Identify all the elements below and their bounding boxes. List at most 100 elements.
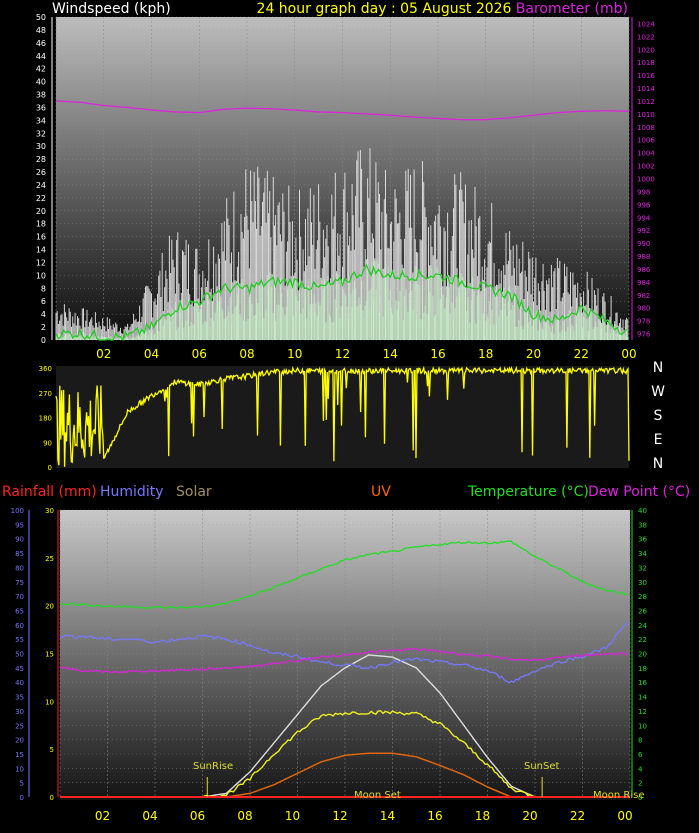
humidity-y-tick-label: 65 <box>15 607 24 615</box>
wind-y-tick-label: 38 <box>36 91 46 100</box>
humidity-y-tick-label: 60 <box>15 622 24 630</box>
temperature-y-tick-label: 38 <box>638 521 647 529</box>
wind-y-tick-label: 20 <box>36 207 46 216</box>
direction-compass-label: E <box>654 432 663 448</box>
temperature-y-tick-label: 36 <box>638 536 647 544</box>
temperature-y-tick-label: 20 <box>638 651 647 659</box>
temperature-y-tick-label: 34 <box>638 550 647 558</box>
wind-y-tick-label: 10 <box>36 271 46 280</box>
barometer-title: Barometer (mb) <box>516 1 628 17</box>
barometer-y-tick-label: 1020 <box>637 46 655 54</box>
lower-x-tick-label: 04 <box>142 809 157 823</box>
barometer-y-tick-label: 1008 <box>637 124 655 132</box>
temperature-y-tick-label: 24 <box>638 622 647 630</box>
direction-compass-label: N <box>653 456 663 472</box>
barometer-y-tick-label: 988 <box>637 253 650 261</box>
wind-x-tick-label: 20 <box>526 347 541 361</box>
wind-x-tick-label: 14 <box>383 347 398 361</box>
wind-y-tick-label: 42 <box>36 65 46 74</box>
direction-compass-label: N <box>653 360 663 376</box>
rain-y-tick-label: 10 <box>45 698 54 706</box>
humidity-y-tick-label: 20 <box>15 737 24 745</box>
humidity-y-tick-label: 100 <box>11 507 24 515</box>
wind-y-tick-label: 8 <box>41 284 46 293</box>
barometer-y-tick-label: 1018 <box>637 59 655 67</box>
direction-compass-label: S <box>654 408 663 424</box>
barometer-y-tick-label: 1014 <box>637 85 655 93</box>
rain-y-tick-label: 0 <box>50 794 54 802</box>
lower-x-tick-label: 22 <box>570 809 585 823</box>
temperature-y-tick-label: 2 <box>638 780 642 788</box>
lower-x-tick-label: 14 <box>380 809 395 823</box>
barometer-y-tick-label: 996 <box>637 201 651 209</box>
temperature-y-tick-label: 30 <box>638 579 647 587</box>
direction-y-tick-label: 360 <box>39 365 52 373</box>
humidity-y-tick-label: 15 <box>15 751 24 759</box>
barometer-y-tick-label: 990 <box>637 240 650 248</box>
humidity-label: Humidity <box>100 484 163 500</box>
windspeed-title: Windspeed (kph) <box>52 1 171 17</box>
temperature-y-tick-label: 12 <box>638 708 647 716</box>
humidity-y-tick-label: 55 <box>15 636 24 644</box>
wind-x-tick-label: 00 <box>621 347 636 361</box>
wind-y-tick-label: 6 <box>41 297 46 306</box>
temperature-y-tick-label: 8 <box>638 737 642 745</box>
wind-x-tick-label: 12 <box>335 347 350 361</box>
wind-y-tick-label: 30 <box>36 142 46 151</box>
wind-y-tick-label: 44 <box>36 52 46 61</box>
barometer-y-tick-label: 994 <box>637 214 651 222</box>
wind-y-tick-label: 46 <box>36 39 46 48</box>
lower-x-tick-label: 12 <box>332 809 347 823</box>
humidity-y-tick-label: 75 <box>15 579 24 587</box>
lower-x-tick-label: 16 <box>427 809 442 823</box>
wind-y-tick-label: 4 <box>41 310 46 319</box>
lower-x-tick-label: 08 <box>237 809 252 823</box>
humidity-y-tick-label: 90 <box>15 536 24 544</box>
temperature-y-tick-label: 6 <box>638 751 643 759</box>
humidity-y-tick-label: 30 <box>15 708 24 716</box>
moonset-annotation: Moon Set <box>354 790 401 801</box>
barometer-y-tick-label: 992 <box>637 227 650 235</box>
rain-y-tick-label: 5 <box>50 746 54 754</box>
wind-x-tick-label: 22 <box>574 347 589 361</box>
wind-y-tick-label: 32 <box>36 129 46 138</box>
wind-x-tick-label: 16 <box>430 347 445 361</box>
temperature-y-tick-label: 10 <box>638 722 647 730</box>
wind-y-tick-label: 34 <box>36 116 46 125</box>
rain-y-tick-label: 30 <box>45 507 54 515</box>
weather-graph: Windspeed (kph) 24 hour graph day : 05 A… <box>2 1 690 823</box>
barometer-y-tick-label: 980 <box>637 305 650 313</box>
rain-y-tick-label: 25 <box>45 555 54 563</box>
direction-compass-label: W <box>651 384 665 400</box>
humidity-y-tick-label: 10 <box>15 765 24 773</box>
humidity-y-tick-label: 45 <box>15 665 24 673</box>
temperature-y-tick-label: 26 <box>638 607 647 615</box>
wind-y-tick-label: 0 <box>41 336 46 345</box>
wind-y-tick-label: 40 <box>36 78 46 87</box>
wind-y-tick-label: 28 <box>36 155 46 164</box>
direction-y-tick-label: 0 <box>48 464 52 472</box>
wind-y-tick-label: 36 <box>36 103 46 112</box>
humidity-y-tick-label: 95 <box>15 521 24 529</box>
barometer-y-tick-label: 984 <box>637 279 651 287</box>
barometer-y-tick-label: 978 <box>637 318 650 326</box>
humidity-y-tick-label: 80 <box>15 564 24 572</box>
barometer-y-tick-label: 982 <box>637 292 650 300</box>
temperature-y-tick-label: 4 <box>638 765 643 773</box>
wind-y-tick-label: 22 <box>36 194 46 203</box>
barometer-y-tick-label: 1024 <box>637 20 655 28</box>
direction-y-tick-label: 270 <box>39 390 52 398</box>
wind-x-tick-label: 08 <box>239 347 254 361</box>
dewpoint-label: Dew Point (°C) <box>588 484 690 500</box>
lower-x-tick-label: 06 <box>190 809 205 823</box>
wind-x-tick-label: 04 <box>144 347 159 361</box>
temperature-y-tick-label: 28 <box>638 593 647 601</box>
rain-y-tick-label: 15 <box>45 651 54 659</box>
barometer-y-tick-label: 1000 <box>637 176 655 184</box>
wind-y-tick-label: 24 <box>36 181 46 190</box>
humidity-y-tick-label: 85 <box>15 550 24 558</box>
humidity-y-tick-label: 0 <box>20 794 24 802</box>
barometer-y-tick-label: 1012 <box>637 98 655 106</box>
direction-y-tick-label: 180 <box>39 415 52 423</box>
temperature-label: Temperature (°C) <box>467 484 589 500</box>
